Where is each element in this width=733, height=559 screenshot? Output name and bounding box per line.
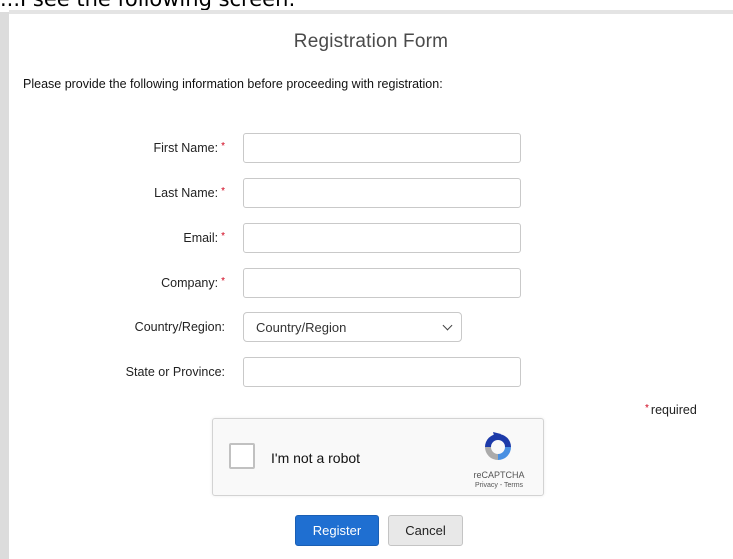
form-title: Registration Form bbox=[293, 31, 449, 52]
first-name-field[interactable] bbox=[243, 133, 521, 163]
state-row: State or Province: bbox=[0, 357, 733, 389]
captcha-checkbox[interactable] bbox=[229, 443, 255, 469]
email-row: Email: * bbox=[0, 223, 733, 255]
email-field[interactable] bbox=[243, 223, 521, 253]
chevron-down-icon bbox=[442, 320, 453, 331]
required-marker: * bbox=[221, 141, 225, 152]
captcha-label: I'm not a robot bbox=[271, 450, 361, 466]
company-field[interactable] bbox=[243, 268, 521, 298]
required-legend: * required bbox=[645, 403, 697, 417]
required-marker: * bbox=[221, 276, 225, 287]
first-name-row: First Name: * bbox=[0, 133, 733, 165]
country-row: Country/Region: Country/Region bbox=[0, 312, 733, 344]
recaptcha-widget: I'm not a robot reCAPTCHA Privacy - Term… bbox=[212, 418, 544, 496]
captcha-privacy-terms-link[interactable]: Privacy - Terms bbox=[463, 482, 535, 489]
window-top-border bbox=[9, 10, 733, 14]
company-row: Company: * bbox=[0, 268, 733, 300]
cancel-button[interactable]: Cancel bbox=[388, 515, 463, 546]
country-select-value: Country/Region bbox=[256, 320, 347, 335]
company-label: Company: * bbox=[161, 276, 225, 290]
recaptcha-logo-icon bbox=[485, 432, 511, 460]
required-marker: * bbox=[645, 403, 649, 414]
form-intro: Please provide the following information… bbox=[23, 77, 443, 91]
country-select[interactable]: Country/Region bbox=[243, 312, 462, 342]
last-name-label: Last Name: * bbox=[154, 186, 225, 200]
state-field[interactable] bbox=[243, 357, 521, 387]
country-label: Country/Region: bbox=[134, 320, 225, 334]
cropped-caption-text: ...I see the following screen: bbox=[0, 0, 733, 10]
first-name-label: First Name: * bbox=[153, 141, 226, 155]
register-button[interactable]: Register bbox=[295, 515, 379, 546]
required-marker: * bbox=[221, 231, 225, 242]
last-name-field[interactable] bbox=[243, 178, 521, 208]
state-label: State or Province: bbox=[125, 365, 225, 379]
last-name-row: Last Name: * bbox=[0, 178, 733, 210]
required-marker: * bbox=[221, 186, 225, 197]
email-label: Email: * bbox=[183, 231, 225, 245]
captcha-brand: reCAPTCHA bbox=[473, 470, 525, 480]
